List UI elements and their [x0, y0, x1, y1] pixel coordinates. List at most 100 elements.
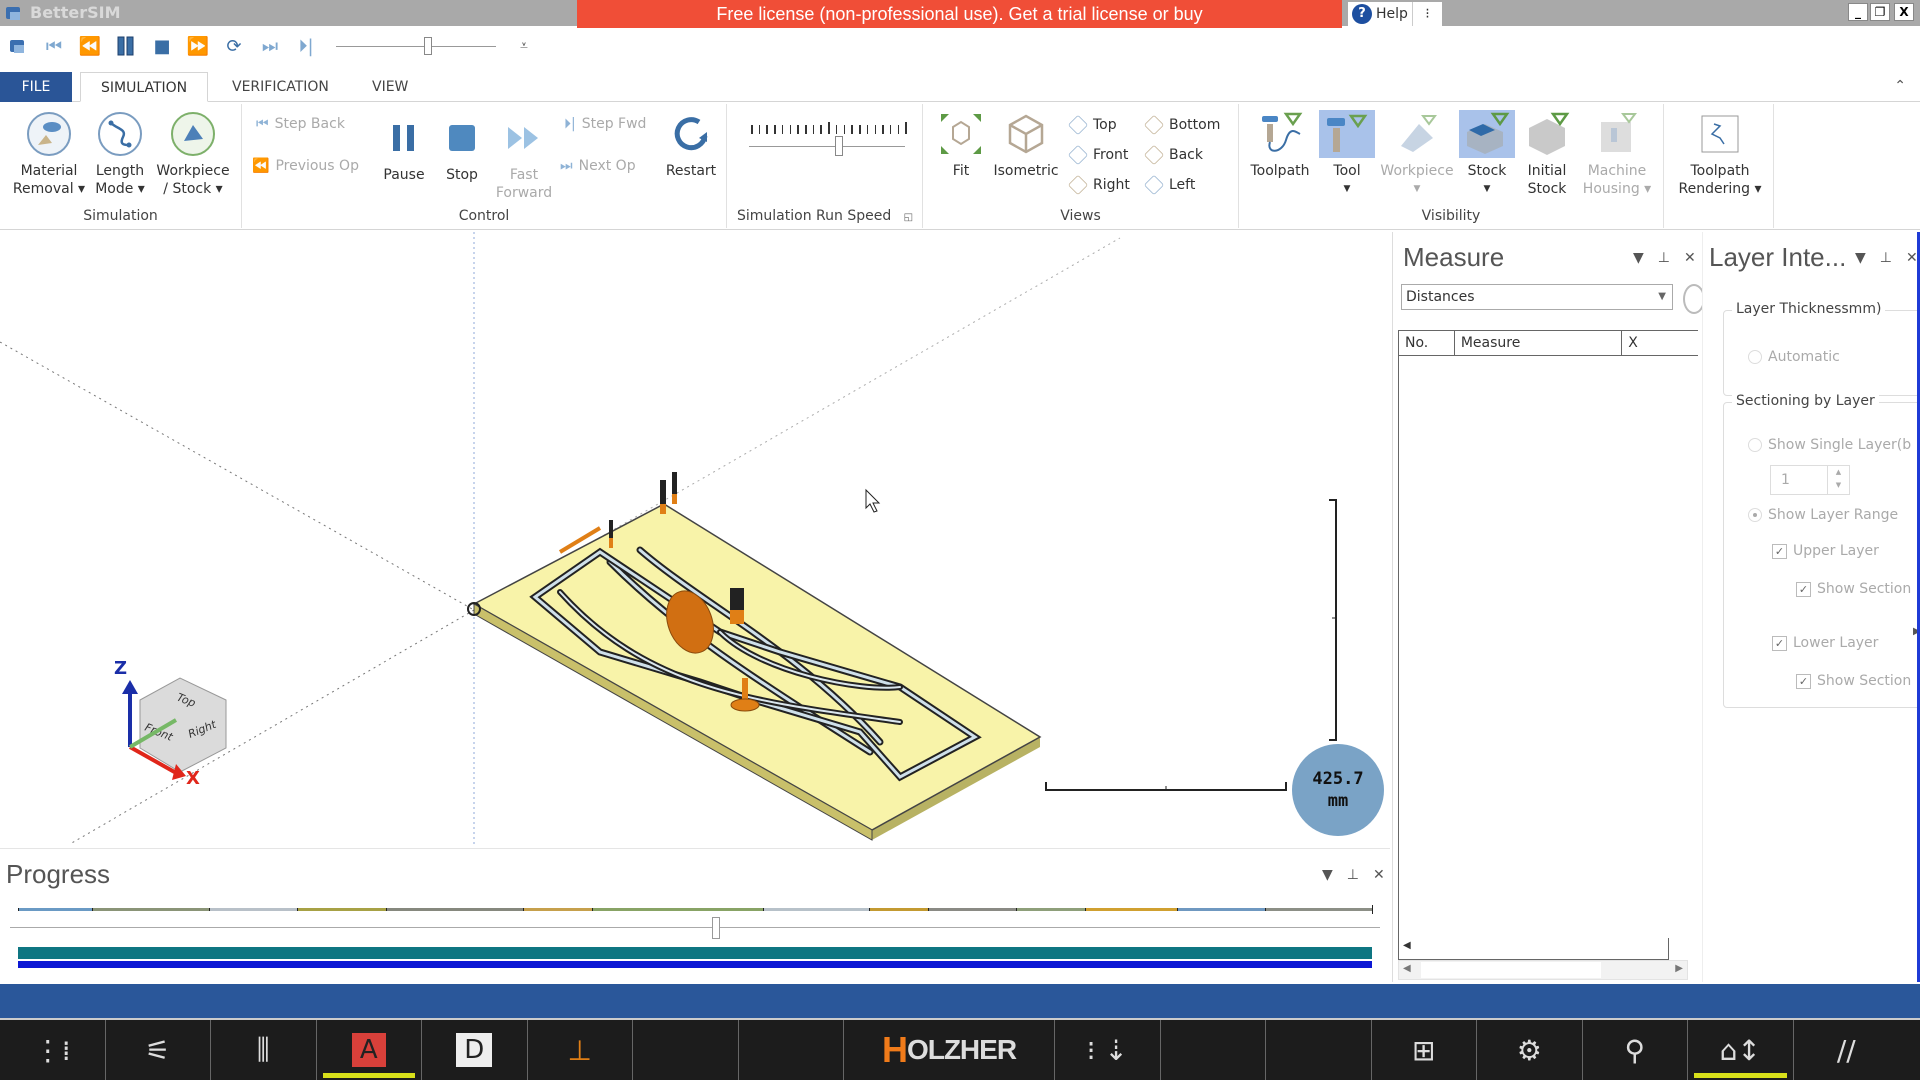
operation-segment[interactable] [591, 908, 763, 911]
slider-thumb[interactable] [424, 37, 432, 55]
operation-segment[interactable] [297, 908, 386, 911]
isometric-button[interactable]: Isometric [991, 110, 1061, 180]
add-button[interactable]: ⊞ [1372, 1020, 1477, 1080]
tools-button[interactable]: ⫼ [211, 1020, 317, 1080]
view-top-button[interactable]: Top [1067, 114, 1117, 136]
toolpath-rendering-button[interactable]: Toolpath Rendering ▾ [1672, 110, 1768, 198]
speed-slider-thumb[interactable] [835, 136, 844, 156]
license-banner-text[interactable]: Free license (non-professional use). Get… [716, 4, 1202, 24]
operation-segment[interactable] [1084, 908, 1178, 911]
tab-file[interactable]: FILE [0, 72, 72, 102]
workpiece-visibility-button[interactable]: Workpiece ▼ [1377, 110, 1457, 198]
spindle-button[interactable]: ⌂↕ [1688, 1020, 1794, 1080]
close-panel-icon[interactable]: ✕ [1684, 250, 1696, 266]
operation-segment[interactable] [522, 908, 592, 911]
restart-button[interactable]: Restart [660, 110, 722, 180]
single-layer-spinner[interactable]: 1 ▲ ▼ [1770, 465, 1850, 495]
material-removal-button[interactable]: Material Removal ▾ [10, 110, 88, 198]
operation-segment[interactable] [1177, 908, 1266, 911]
operation-segment[interactable] [927, 908, 1016, 911]
lower-layer-checkbox[interactable]: ✓ Lower Layer [1772, 635, 1878, 651]
next-op-icon[interactable]: ⏭ [252, 31, 288, 61]
pause-icon[interactable] [108, 31, 144, 61]
minimize-button[interactable]: _ [1848, 3, 1868, 21]
tab-view[interactable]: VIEW [352, 72, 428, 102]
measure-mode-select[interactable]: Distances ▼ [1401, 284, 1673, 310]
tab-verification[interactable]: VERIFICATION [212, 72, 349, 102]
close-panel-icon[interactable]: ✕ [1373, 867, 1385, 883]
upper-show-section-checkbox[interactable]: ✓ Show Section [1796, 581, 1911, 597]
help-button[interactable]: ? Help [1348, 2, 1416, 26]
operation-segment[interactable] [385, 908, 523, 911]
sequence-button[interactable]: ⁝ ⇣ [1055, 1020, 1161, 1080]
machine-position-button[interactable]: ⊥ [528, 1020, 633, 1080]
operation-segment[interactable] [869, 908, 928, 911]
collapse-ribbon-icon[interactable]: ⌃ [1894, 78, 1906, 94]
upper-layer-checkbox[interactable]: ✓ Upper Layer [1772, 543, 1879, 559]
step-fwd-button[interactable]: ⏵| Step Fwd [564, 116, 646, 132]
operation-segment[interactable] [209, 908, 298, 911]
compass-button[interactable]: ⚟ [106, 1020, 211, 1080]
view-front-button[interactable]: Front [1067, 144, 1128, 166]
restart-icon[interactable]: ⟳ [216, 31, 252, 61]
col-no[interactable]: No. [1399, 331, 1455, 355]
show-single-layer-radio[interactable]: Show Single Layer(b [1748, 437, 1911, 453]
fast-forward-button[interactable]: Fast Forward [492, 114, 556, 202]
mode-d-button[interactable]: D [422, 1020, 528, 1080]
workpiece-dropdown-icon[interactable]: ▼ [1377, 180, 1457, 198]
tab-simulation[interactable]: SIMULATION [80, 72, 209, 102]
initial-stock-visibility-button[interactable]: Initial Stock [1519, 110, 1575, 198]
dialog-launcher-icon[interactable]: ◱ [904, 212, 913, 223]
pause-button[interactable]: Pause [374, 114, 434, 184]
workpiece-stock-button[interactable]: Workpiece / Stock ▾ [152, 110, 234, 198]
fast-forward-icon[interactable]: ⏩ [180, 31, 216, 61]
pin-icon[interactable]: ⊥ [1880, 250, 1892, 266]
automatic-radio[interactable]: Automatic [1748, 349, 1840, 365]
scene[interactable]: Top Front Right Z X [0, 232, 1390, 844]
scrollbar-thumb[interactable] [1421, 962, 1601, 978]
panel-layout-button[interactable]: ⋮⁞ [0, 1020, 106, 1080]
qat-speed-slider[interactable] [336, 31, 496, 61]
progress-slider-track[interactable] [10, 927, 1380, 928]
3d-viewport[interactable]: Top Front Right Z X 425.7 mm [0, 232, 1390, 844]
previous-op-button[interactable]: ⏪ Previous Op [252, 158, 359, 174]
next-op-button[interactable]: ⏭ Next Op [560, 158, 636, 174]
view-cube[interactable]: Top Front Right Z X [114, 658, 227, 789]
ribbon-options-toggle[interactable]: ⁝ [1412, 2, 1442, 26]
h-scrollbar[interactable]: ◀ ▶ [1398, 960, 1688, 980]
scroll-left-icon[interactable]: ◀ [1403, 963, 1411, 974]
fit-button[interactable]: Fit [933, 110, 989, 180]
step-back-button[interactable]: ⏮ Step Back [256, 116, 345, 132]
operation-segment[interactable] [1265, 908, 1372, 911]
spinner-arrows-icon[interactable]: ▲ ▼ [1827, 466, 1849, 494]
workpiece-plate[interactable] [472, 503, 1042, 841]
show-layer-range-radio[interactable]: Show Layer Range [1748, 507, 1898, 523]
scroll-right-icon[interactable]: ▶ [1675, 963, 1683, 974]
customize-qat-icon[interactable]: ⩡ [506, 31, 542, 61]
view-right-button[interactable]: Right [1067, 174, 1130, 196]
stock-dropdown-icon[interactable]: ▼ [1459, 180, 1515, 198]
stop-button[interactable]: Stop [432, 114, 492, 184]
operation-segment[interactable] [91, 908, 210, 911]
operation-segment[interactable] [18, 908, 92, 911]
close-button[interactable]: X [1894, 3, 1914, 21]
machine-housing-visibility-button[interactable]: Machine Housing ▾ [1577, 110, 1657, 198]
step-back-icon[interactable]: ⏮ [36, 31, 72, 61]
tool-visibility-button[interactable]: Tool ▼ [1319, 110, 1375, 198]
pin-icon[interactable]: ⊥ [1347, 867, 1359, 883]
panel-menu-icon[interactable]: ▼ [1633, 250, 1644, 266]
view-left-button[interactable]: Left [1143, 174, 1195, 196]
col-x[interactable]: X [1622, 331, 1698, 355]
step-fwd-icon[interactable]: ⏵| [288, 31, 324, 61]
panel-menu-icon[interactable]: ▼ [1855, 250, 1866, 266]
close-panel-icon[interactable]: ✕ [1906, 250, 1918, 266]
app-menu-icon[interactable] [0, 31, 36, 61]
panel-menu-icon[interactable]: ▼ [1322, 867, 1333, 883]
scroll-left-icon[interactable]: ◀ [1403, 940, 1411, 951]
operation-segment[interactable] [1015, 908, 1085, 911]
stock-visibility-button[interactable]: Stock ▼ [1459, 110, 1515, 198]
mode-a-button[interactable]: A [317, 1020, 422, 1080]
wrench-button[interactable]: ⚲ [1583, 1020, 1688, 1080]
settings-button[interactable]: ⚙ [1477, 1020, 1583, 1080]
lower-show-section-checkbox[interactable]: ✓ Show Section [1796, 673, 1911, 689]
